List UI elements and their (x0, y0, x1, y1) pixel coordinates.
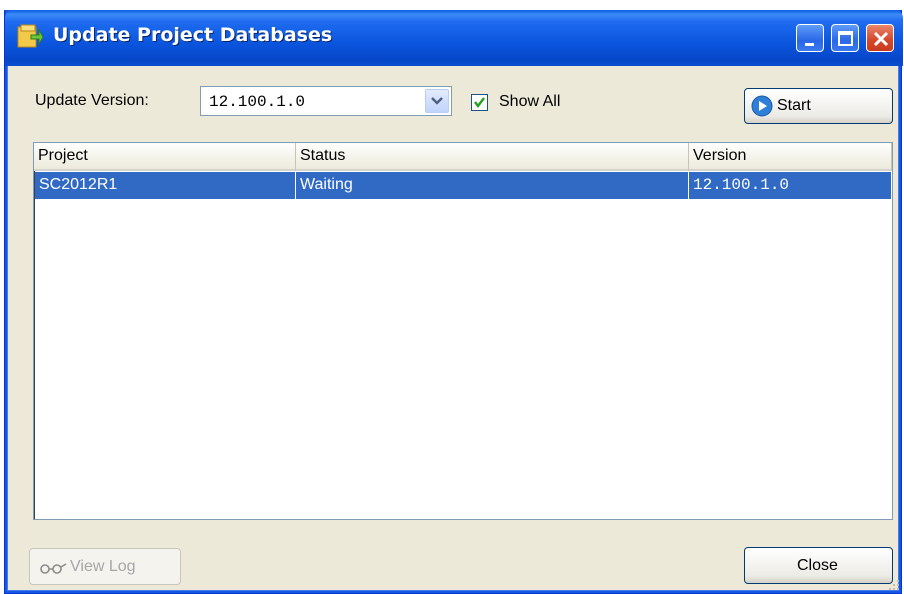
update-version-label: Update Version: (35, 92, 149, 109)
start-label: Start (777, 97, 811, 114)
close-button[interactable]: Close (744, 547, 893, 584)
glasses-icon (40, 563, 67, 574)
maximize-icon (838, 31, 853, 46)
checkmark-icon (474, 97, 485, 108)
close-icon (873, 31, 889, 47)
table-row[interactable]: SC2012R1 Waiting 12.100.1.0 (35, 172, 891, 199)
show-all-checkbox[interactable] (471, 94, 488, 111)
maximize-button[interactable] (831, 24, 859, 52)
minimize-button[interactable] (796, 24, 824, 52)
projects-list[interactable]: Project Status Version SC2012R1 Waiting … (33, 142, 893, 520)
chevron-down-icon (431, 97, 443, 105)
project-cell: SC2012R1 (35, 172, 296, 199)
update-version-dropdown[interactable]: 12.100.1.0 (200, 86, 452, 116)
close-label: Close (797, 557, 838, 574)
column-header-project[interactable]: Project (34, 143, 296, 171)
update-database-icon (17, 24, 43, 48)
show-all-label[interactable]: Show All (499, 93, 560, 111)
column-header-version[interactable]: Version (689, 143, 892, 171)
dropdown-arrow-button[interactable] (425, 89, 449, 113)
resize-grip-icon[interactable] (887, 578, 901, 592)
view-log-button[interactable]: View Log (29, 548, 181, 585)
view-log-label: View Log (70, 558, 136, 575)
column-header-status[interactable]: Status (296, 143, 689, 171)
title-bar[interactable]: Update Project Databases (5, 10, 903, 66)
start-button[interactable]: Start (744, 88, 893, 124)
update-project-databases-window: Update Project Databases Update Version:… (4, 10, 903, 594)
window-title: Update Project Databases (53, 24, 333, 46)
version-cell: 12.100.1.0 (693, 176, 790, 194)
dialog-body: Update Version: 12.100.1.0 Show All Star… (5, 66, 903, 594)
update-version-value: 12.100.1.0 (209, 93, 306, 111)
play-icon (751, 95, 773, 117)
status-cell: Waiting (296, 172, 689, 199)
minimize-icon (805, 43, 814, 46)
close-window-button[interactable] (866, 24, 894, 52)
